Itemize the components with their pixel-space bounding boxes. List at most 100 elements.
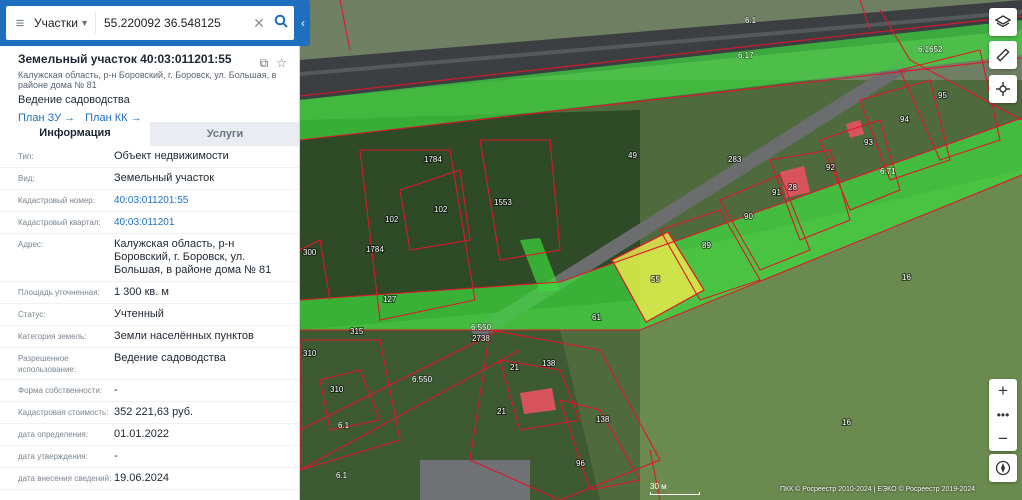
property-row: Площадь уточненная: 1 300 кв. м <box>0 282 299 304</box>
more-button[interactable]: ••• <box>989 403 1017 427</box>
plot-label: 21 <box>497 407 506 416</box>
search-input[interactable]: 55.220092 36.548125 <box>96 16 250 30</box>
search-bar: ≡ Участки ▼ 55.220092 36.548125 ✕ <box>0 0 299 46</box>
property-row: Вид: Земельный участок <box>0 168 299 190</box>
property-value: 1 300 кв. м <box>114 286 169 298</box>
object-address: Калужская область, р-н Боровский, г. Бор… <box>18 70 277 90</box>
property-value-link[interactable]: 40:03:011201:55 <box>114 194 299 207</box>
property-label: Адрес: <box>18 240 44 249</box>
layer-select[interactable]: Участки ▼ <box>34 12 96 34</box>
zone-label: 6.71 <box>880 167 896 176</box>
plot-label: 1784 <box>366 245 384 254</box>
info-panel: ≡ Участки ▼ 55.220092 36.548125 ✕ Земель… <box>0 0 300 500</box>
object-tools: ⧉ ☆ <box>260 56 287 71</box>
property-row: дата определения: 01.01.2022 <box>0 424 299 446</box>
property-label: Кадастровая стоимость: <box>18 408 109 417</box>
property-label: Тип: <box>18 152 34 161</box>
property-label: дата внесения сведений: <box>18 474 112 483</box>
plot-label: 91 <box>772 188 781 197</box>
tab-information[interactable]: Информация <box>0 122 150 146</box>
plot-label: 94 <box>900 115 909 124</box>
plot-label: 16 <box>902 273 911 282</box>
property-row: Статус: Учтенный <box>0 304 299 326</box>
property-value: Ведение садоводства <box>114 352 226 364</box>
measure-button[interactable] <box>989 41 1017 69</box>
object-title: Земельный участок 40:03:011201:55 <box>18 52 232 66</box>
layers-button[interactable] <box>989 8 1017 36</box>
property-label: дата утверждения: <box>18 452 88 461</box>
scale-label: 30 м <box>650 482 667 491</box>
plot-label: 90 <box>744 212 753 221</box>
property-label: дата определения: <box>18 430 89 439</box>
chevron-down-icon: ▼ <box>80 18 89 28</box>
zoom-controls: + ••• − <box>989 379 1017 451</box>
ruler-icon <box>996 48 1010 62</box>
property-value: Земли населённых пунктов <box>114 330 254 342</box>
plot-label: 102 <box>434 205 448 214</box>
property-value: Земельный участок <box>114 172 215 184</box>
layers-icon <box>995 15 1011 28</box>
property-list: Тип: Объект недвижимости Вид: Земельный уча… <box>0 146 299 490</box>
property-value: 352 221,63 руб. <box>114 406 194 418</box>
menu-icon[interactable]: ≡ <box>6 15 34 32</box>
plot-label: 95 <box>938 91 947 100</box>
property-value-link[interactable]: 40:03:011201 <box>114 216 299 229</box>
compass-button[interactable] <box>989 454 1017 482</box>
zone-label: 6.550 <box>412 375 433 384</box>
copy-icon[interactable]: ⧉ <box>260 56 269 71</box>
property-row: Кадастровый номер: 40:03:011201:55 <box>0 190 299 212</box>
plot-label: 96 <box>576 459 585 468</box>
plot-label: 28 <box>788 183 797 192</box>
property-label: Вид: <box>18 174 35 183</box>
property-value: - <box>114 384 118 396</box>
plot-label: 89 <box>702 241 711 250</box>
plot-label: 1784 <box>424 155 442 164</box>
compass-icon <box>995 460 1011 476</box>
plot-label: 1553 <box>494 198 512 207</box>
property-row: Форма собственности: - <box>0 380 299 402</box>
zone-label: 6.1 <box>336 471 348 480</box>
object-use: Ведение садоводства <box>18 94 130 106</box>
collapse-panel-button[interactable]: ‹ <box>296 0 310 46</box>
plot-label: 92 <box>826 163 835 172</box>
plot-label: 102 <box>385 215 399 224</box>
plot-label: 61 <box>592 313 601 322</box>
property-value: 19.06.2024 <box>114 472 170 484</box>
star-icon[interactable]: ☆ <box>276 56 287 71</box>
plot-label: 315 <box>350 327 364 336</box>
property-row: Кадастровая стоимость: 352 221,63 руб. <box>0 402 299 424</box>
plot-label: 21 <box>510 363 519 372</box>
building <box>420 460 530 500</box>
locate-button[interactable] <box>989 75 1017 103</box>
zone-label: 6.1 <box>745 16 757 25</box>
property-row: Кадастровый квартал: 40:03:011201 <box>0 212 299 234</box>
plot-label: 310 <box>330 385 344 394</box>
clear-icon[interactable]: ✕ <box>250 15 268 32</box>
property-label: Площадь уточненная: <box>18 288 100 297</box>
attribution: ПКК © Росреестр 2010-2024 | ЕЭКО © Росре… <box>780 486 976 493</box>
tab-bar: Информация Услуги <box>0 122 299 146</box>
search-icon[interactable] <box>268 14 294 33</box>
property-label: Категория земель: <box>18 332 87 341</box>
property-label: Разрешенное использование: <box>18 354 77 374</box>
property-label: Статус: <box>18 310 46 319</box>
property-value: Калужская область, р-н Боровский, г. Бор… <box>114 238 272 276</box>
plot-label: 138 <box>596 415 610 424</box>
property-value: Учтенный <box>114 308 164 320</box>
crosshair-icon <box>996 82 1010 96</box>
plot-label: 49 <box>628 151 637 160</box>
property-value: - <box>114 450 118 462</box>
zoom-in-button[interactable]: + <box>989 379 1017 403</box>
plot-label: 283 <box>728 155 742 164</box>
plot-label: 2738 <box>472 334 490 343</box>
plot-label: 138 <box>542 359 556 368</box>
tab-services[interactable]: Услуги <box>150 122 299 146</box>
property-value: 01.01.2022 <box>114 428 170 440</box>
zoom-out-button[interactable]: − <box>989 427 1017 451</box>
search-box: ≡ Участки ▼ 55.220092 36.548125 ✕ <box>6 6 294 40</box>
property-label: Кадастровый квартал: <box>18 218 101 227</box>
zone-label: 6.1652 <box>918 45 943 54</box>
layer-select-value: Участки <box>34 16 78 30</box>
property-row: дата утверждения: - <box>0 446 299 468</box>
property-label: Форма собственности: <box>18 386 103 395</box>
